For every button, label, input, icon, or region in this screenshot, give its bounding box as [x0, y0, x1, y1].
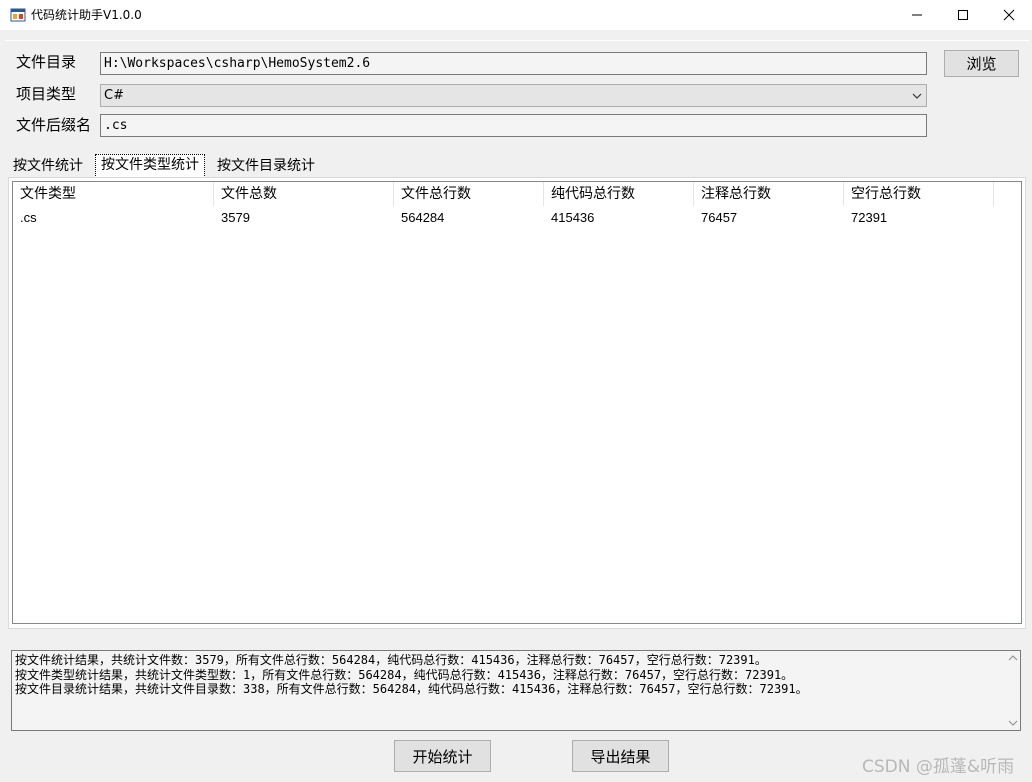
table-cell: 76457 [701, 210, 738, 225]
table-cell: 415436 [551, 210, 595, 225]
export-button[interactable]: 导出结果 [572, 740, 669, 772]
start-button[interactable]: 开始统计 [394, 740, 491, 772]
browse-button[interactable]: 浏览 [944, 50, 1019, 77]
project-type-value: C# [104, 88, 124, 103]
column-header[interactable]: 文件总数 [214, 182, 394, 206]
table-cell: 3579 [221, 210, 250, 225]
chevron-down-icon [912, 93, 922, 99]
result-line: 按文件类型统计结果，共统计文件类型数：1，所有文件总行数：564284，纯代码总… [15, 667, 794, 682]
column-header[interactable]: 空行总行数 [844, 182, 994, 206]
maximize-button[interactable] [940, 0, 986, 30]
tab-by-directory[interactable]: 按文件目录统计 [212, 156, 320, 178]
close-button[interactable] [986, 0, 1032, 30]
column-header[interactable]: 文件类型 [13, 182, 214, 206]
watermark: CSDN @孤蓬&听雨 [862, 757, 1015, 777]
scroll-up-icon[interactable] [1008, 654, 1018, 662]
title-bar: 代码统计助手V1.0.0 [0, 0, 1032, 30]
table-cell: 564284 [401, 210, 445, 225]
tab-by-file-type[interactable]: 按文件类型统计 [95, 154, 205, 178]
stats-table[interactable]: 文件类型 文件总数 文件总行数 纯代码总行数 注释总行数 空行总行数 .cs 3… [12, 181, 1022, 624]
dir-input[interactable]: H:\Workspaces\csharp\HemoSystem2.6 [100, 52, 927, 75]
column-header[interactable]: 注释总行数 [694, 182, 844, 206]
dir-label: 文件目录 [16, 53, 77, 71]
project-type-label: 项目类型 [16, 85, 77, 103]
app-icon [10, 8, 26, 22]
table-cell: 72391 [851, 210, 888, 225]
close-icon [1003, 9, 1015, 21]
ext-label: 文件后缀名 [16, 116, 92, 134]
column-header[interactable]: 文件总行数 [394, 182, 544, 206]
table-cell: .cs [20, 210, 37, 225]
project-type-select[interactable]: C# [100, 84, 927, 107]
result-line: 按文件目录统计结果，共统计文件目录数：338，所有文件总行数：564284，纯代… [15, 682, 808, 696]
column-header[interactable]: 纯代码总行数 [544, 182, 694, 206]
minimize-button[interactable] [894, 0, 940, 30]
window-title: 代码统计助手V1.0.0 [31, 8, 142, 22]
table-header: 文件类型 文件总数 文件总行数 纯代码总行数 注释总行数 空行总行数 [13, 182, 1021, 206]
result-line: 按文件统计结果，共统计文件数：3579，所有文件总行数：564284，纯代码总行… [15, 653, 767, 667]
minimize-icon [912, 14, 922, 16]
ext-input[interactable]: .cs [100, 114, 927, 137]
maximize-icon [958, 10, 968, 20]
scroll-down-icon[interactable] [1008, 719, 1018, 727]
result-textarea[interactable]: 按文件统计结果，共统计文件数：3579，所有文件总行数：564284，纯代码总行… [11, 650, 1021, 731]
table-row[interactable]: .cs 3579 564284 415436 76457 72391 [13, 208, 1021, 228]
tab-by-file[interactable]: 按文件统计 [8, 156, 88, 178]
